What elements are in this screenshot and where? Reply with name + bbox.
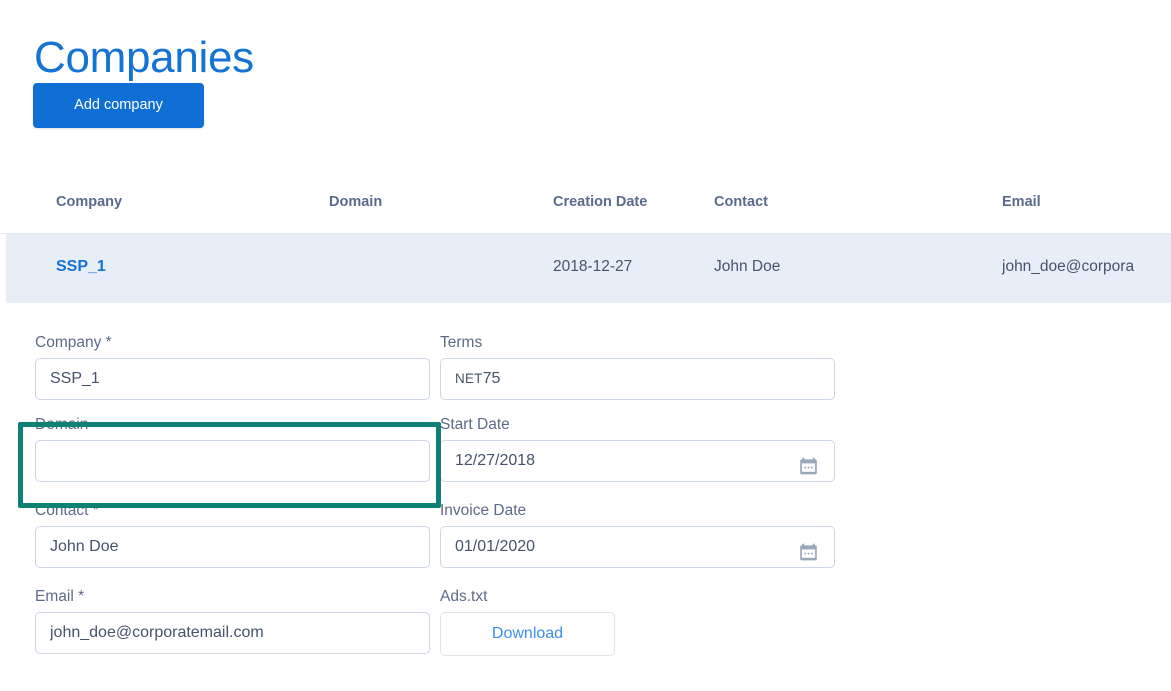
field-contact: Contact *: [35, 501, 430, 568]
domain-input[interactable]: [35, 440, 430, 482]
field-email: Email *: [35, 587, 430, 654]
column-header-company[interactable]: Company: [56, 194, 122, 210]
field-domain: Domain: [35, 415, 430, 482]
field-ads-txt: Ads.txt Download: [440, 587, 835, 656]
label-terms: Terms: [440, 334, 483, 351]
download-button[interactable]: Download: [440, 612, 615, 656]
label-contact: Contact *: [35, 502, 99, 519]
cell-contact: John Doe: [714, 258, 781, 275]
contact-input[interactable]: [35, 526, 430, 568]
label-domain: Domain: [35, 416, 89, 433]
label-start-date: Start Date: [440, 416, 510, 433]
email-input[interactable]: [35, 612, 430, 654]
company-detail-form: Company * Terms NET75 Domain Start Date …: [20, 305, 1161, 691]
field-invoice-date: Invoice Date 01/01/2020: [440, 501, 835, 568]
label-invoice-date: Invoice Date: [440, 502, 527, 519]
table-header-row: Company Domain Creation Date Contact Ema…: [0, 172, 1171, 234]
column-header-creation-date[interactable]: Creation Date: [553, 194, 647, 210]
field-company: Company *: [35, 333, 430, 400]
start-date-input[interactable]: 12/27/2018: [440, 440, 835, 482]
column-header-contact[interactable]: Contact: [714, 194, 768, 210]
invoice-date-input[interactable]: 01/01/2020: [440, 526, 835, 568]
cell-company[interactable]: SSP_1: [56, 258, 106, 276]
terms-input[interactable]: NET75: [440, 358, 835, 400]
cell-creation-date: 2018-12-27: [553, 258, 633, 275]
calendar-icon[interactable]: [799, 538, 818, 561]
label-company: Company *: [35, 334, 112, 351]
label-ads-txt: Ads.txt: [440, 588, 488, 605]
field-start-date: Start Date 12/27/2018: [440, 415, 835, 482]
add-company-button[interactable]: Add company: [33, 83, 204, 128]
calendar-icon[interactable]: [799, 452, 818, 475]
terms-prefix: NET: [455, 371, 483, 386]
field-terms: Terms NET75: [440, 333, 835, 400]
terms-number: 75: [482, 370, 501, 387]
invoice-date-value: 01/01/2020: [455, 538, 536, 555]
company-input[interactable]: [35, 358, 430, 400]
companies-table: Company Domain Creation Date Contact Ema…: [0, 172, 1171, 303]
app-root: Companies Add company Company Domain Cre…: [0, 0, 1171, 691]
table-row[interactable]: SSP_1 2018-12-27 John Doe john_doe@corpo…: [6, 234, 1171, 303]
column-header-domain[interactable]: Domain: [329, 194, 382, 210]
column-header-email[interactable]: Email: [1002, 194, 1041, 210]
cell-email: john_doe@corpora: [1002, 258, 1135, 275]
start-date-value: 12/27/2018: [455, 452, 536, 469]
label-email: Email *: [35, 588, 85, 605]
page-title: Companies: [34, 33, 254, 83]
